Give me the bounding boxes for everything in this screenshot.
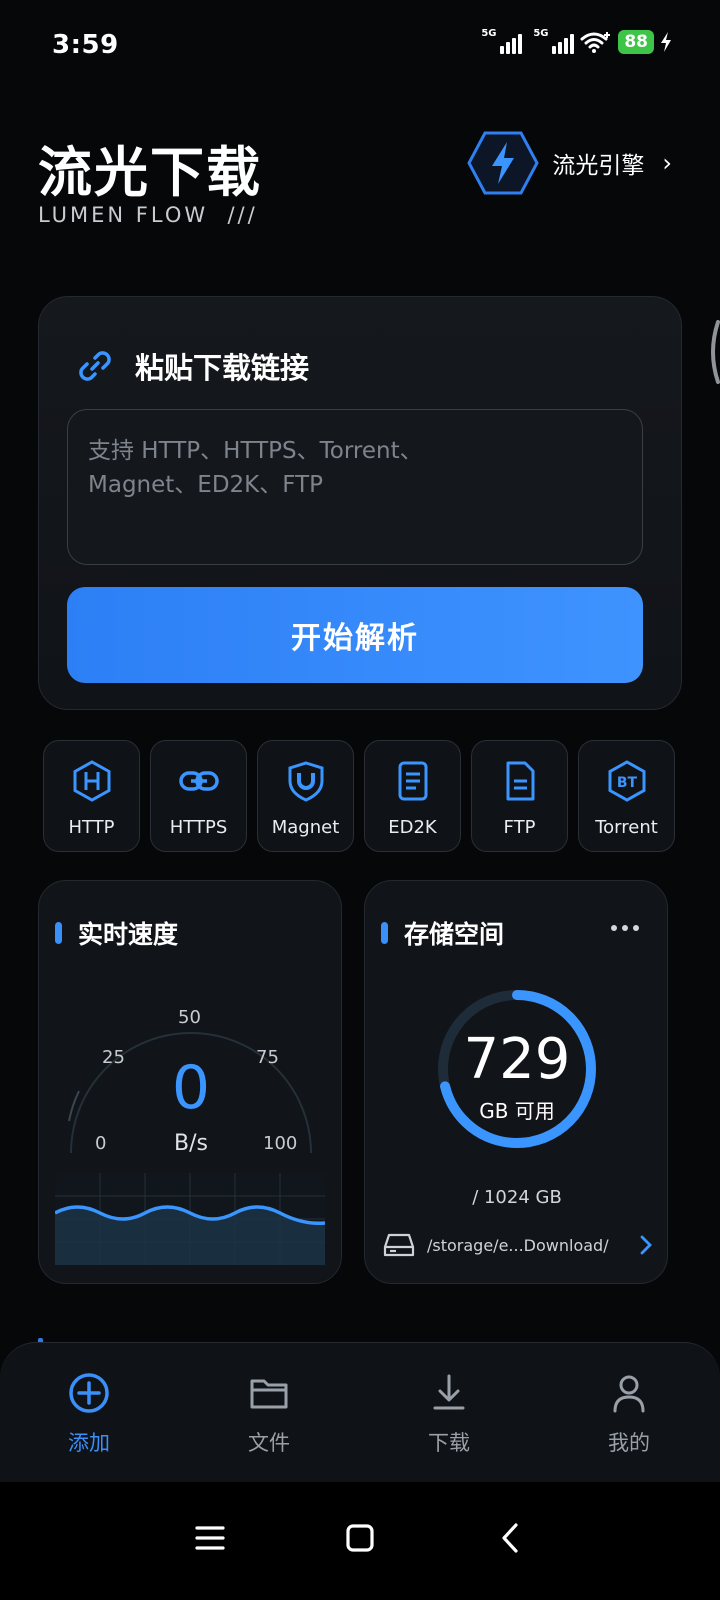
profile-icon xyxy=(613,1375,645,1413)
signal-icon: 5G xyxy=(481,28,523,54)
speed-card-title: 实时速度 xyxy=(78,920,179,949)
protocol-label: Torrent xyxy=(595,817,658,838)
app-title: 流光下载 xyxy=(38,141,262,204)
add-circle-icon xyxy=(69,1373,109,1413)
chain-link-icon xyxy=(178,771,219,791)
nav-label: 下载 xyxy=(428,1431,470,1455)
status-time: 3:59 xyxy=(52,30,119,60)
protocol-chip-magnet[interactable]: Magnet xyxy=(257,740,354,852)
protocol-label: ED2K xyxy=(388,817,437,838)
system-nav-bar xyxy=(0,1482,720,1600)
accent-bar xyxy=(381,922,388,944)
protocol-row: HTTP HTTPS Magnet ED2K FTP BT Torrent xyxy=(43,740,677,852)
nav-item-add[interactable]: 添加 xyxy=(29,1371,149,1457)
storage-card-title: 存储空间 xyxy=(404,920,505,949)
url-input[interactable]: 支持 HTTP、HTTPS、Torrent、 Magnet、ED2K、FTP xyxy=(67,409,643,565)
paste-link-card: 粘贴下载链接 支持 HTTP、HTTPS、Torrent、 Magnet、ED2… xyxy=(38,296,682,710)
protocol-label: HTTP xyxy=(68,817,115,838)
back-icon[interactable] xyxy=(490,1518,530,1558)
protocol-chip-ed2k[interactable]: ED2K xyxy=(364,740,461,852)
engine-link[interactable]: 流光引擎 › xyxy=(466,130,672,196)
status-bar: 3:59 5G 5G 88 xyxy=(0,0,720,90)
file-icon xyxy=(506,761,534,801)
nav-item-downloads[interactable]: 下载 xyxy=(389,1371,509,1457)
more-options-icon[interactable] xyxy=(611,925,639,931)
chevron-right-icon: › xyxy=(662,149,672,177)
storage-path-row[interactable]: /storage/e...Download/ xyxy=(383,1227,653,1263)
speed-wave-chart xyxy=(55,1173,325,1265)
folder-icon xyxy=(250,1379,288,1409)
speed-unit: B/s xyxy=(174,1131,208,1156)
home-icon[interactable] xyxy=(340,1518,380,1558)
storage-available-unit: GB 可用 xyxy=(479,1099,555,1123)
storage-card: 存储空间 729 GB 可用 / 1024 GB /storage/e...Do… xyxy=(364,880,668,1284)
protocol-chip-torrent[interactable]: BT Torrent xyxy=(578,740,675,852)
signal-2-label: 5G xyxy=(533,28,549,39)
storage-total: / 1024 GB xyxy=(472,1187,562,1208)
start-parse-button[interactable]: 开始解析 xyxy=(67,587,643,683)
bt-hexagon-icon: BT xyxy=(608,760,645,802)
speed-card-header: 实时速度 xyxy=(55,915,178,951)
nav-label: 添加 xyxy=(68,1431,110,1455)
link-icon xyxy=(79,351,111,381)
protocol-label: HTTPS xyxy=(169,817,228,838)
nav-label: 我的 xyxy=(608,1431,650,1455)
status-icons: 5G 5G 88 xyxy=(481,28,672,54)
app-subtitle: LUMEN FLOW /// xyxy=(38,203,258,227)
battery-level: 88 xyxy=(618,30,654,54)
download-icon xyxy=(433,1374,465,1410)
bottom-nav: 添加 文件 下载 我的 xyxy=(0,1342,720,1482)
hard-drive-icon xyxy=(383,1233,415,1257)
accent-bar xyxy=(55,922,62,944)
speed-value: 0 xyxy=(171,1053,211,1123)
nav-item-files[interactable]: 文件 xyxy=(209,1371,329,1457)
magnet-shield-icon xyxy=(288,761,323,802)
storage-card-header: 存储空间 xyxy=(381,915,504,951)
nav-label: 文件 xyxy=(248,1431,290,1455)
charging-icon xyxy=(661,32,671,52)
protocol-label: Magnet xyxy=(271,817,340,838)
gauge-tick: 50 xyxy=(178,1007,201,1028)
hexagon-h-icon xyxy=(73,760,110,802)
protocol-chip-ftp[interactable]: FTP xyxy=(471,740,568,852)
edge-handle-icon[interactable] xyxy=(706,320,720,384)
storage-available-value: 729 xyxy=(463,1027,571,1092)
signal-1-label: 5G xyxy=(481,28,497,39)
nav-item-profile[interactable]: 我的 xyxy=(569,1371,689,1457)
protocol-label: FTP xyxy=(503,817,536,838)
chevron-right-icon xyxy=(640,1235,652,1255)
wifi-icon xyxy=(580,32,611,53)
storage-path: /storage/e...Download/ xyxy=(427,1235,609,1255)
paste-card-title: 粘贴下载链接 xyxy=(135,351,310,385)
url-input-placeholder: 支持 HTTP、HTTPS、Torrent、 Magnet、ED2K、FTP xyxy=(88,438,423,498)
paste-card-header: 粘贴下载链接 xyxy=(75,345,309,387)
signal-icon: 5G xyxy=(533,28,575,54)
lightning-hexagon-icon xyxy=(467,131,540,195)
protocol-chip-http[interactable]: HTTP xyxy=(43,740,140,852)
protocol-chip-https[interactable]: HTTPS xyxy=(150,740,247,852)
realtime-speed-card: 实时速度 0 25 50 75 100 0 B/s xyxy=(38,880,342,1284)
menu-icon[interactable] xyxy=(190,1518,230,1558)
document-icon xyxy=(398,761,427,801)
svg-text:BT: BT xyxy=(616,775,637,791)
engine-label: 流光引擎 xyxy=(552,153,645,179)
